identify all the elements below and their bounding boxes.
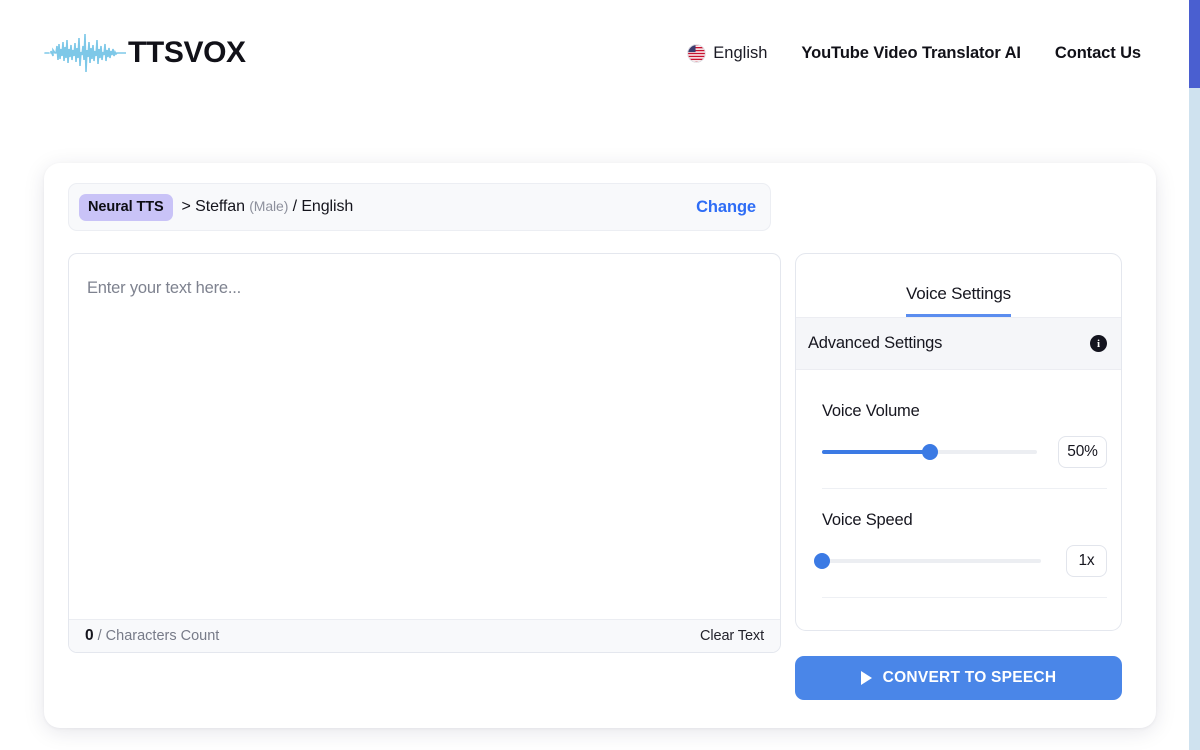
character-count-value: 0 xyxy=(85,627,94,644)
logo-text: TTSVOX xyxy=(128,36,246,69)
nav-link-contact-us[interactable]: Contact Us xyxy=(1055,44,1141,63)
logo[interactable]: TTSVOX xyxy=(44,30,246,76)
editor-footer: 0 / Characters Count Clear Text xyxy=(69,619,780,652)
text-input-placeholder: Enter your text here... xyxy=(87,279,242,297)
selected-voice-label: > Steffan (Male) / English xyxy=(182,198,354,216)
card-body: Enter your text here... 0 / Characters C… xyxy=(68,253,1132,700)
voice-speed-slider[interactable] xyxy=(814,551,1041,571)
voice-selection-bar: Neural TTS > Steffan (Male) / English Ch… xyxy=(68,183,771,231)
voice-speed-label: Voice Speed xyxy=(822,511,913,529)
us-flag-icon xyxy=(687,43,706,63)
advanced-settings-label: Advanced Settings xyxy=(808,334,943,352)
voice-settings-panel: Voice Settings Advanced Settings i Voice… xyxy=(795,253,1122,631)
voice-speed-group: Voice Speed 1x xyxy=(796,489,1121,598)
voice-volume-value[interactable]: 50% xyxy=(1058,436,1107,468)
voice-language: / English xyxy=(292,198,354,215)
voice-name: Steffan xyxy=(195,198,245,215)
nav-link-youtube-translator[interactable]: YouTube Video Translator AI xyxy=(801,44,1021,63)
text-input-area[interactable]: Enter your text here... xyxy=(69,254,780,619)
language-label: English xyxy=(713,43,768,62)
change-voice-link[interactable]: Change xyxy=(696,198,756,217)
page-header: TTSVOX English YouTube Video Translator … xyxy=(0,0,1189,106)
voice-volume-thumb[interactable] xyxy=(921,444,938,460)
clear-text-button[interactable]: Clear Text xyxy=(700,628,764,644)
voice-volume-fill xyxy=(822,450,930,454)
text-editor[interactable]: Enter your text here... 0 / Characters C… xyxy=(68,253,781,653)
voice-speed-thumb[interactable] xyxy=(814,553,830,569)
settings-tab-bar: Voice Settings xyxy=(796,254,1121,318)
voice-volume-track[interactable] xyxy=(822,444,1037,460)
voice-volume-row: 50% xyxy=(822,436,1107,468)
tab-voice-settings[interactable]: Voice Settings xyxy=(906,284,1011,317)
character-count-label: / Characters Count xyxy=(97,628,220,644)
voice-gender: (Male) xyxy=(249,198,289,214)
main-card: Neural TTS > Steffan (Male) / English Ch… xyxy=(44,163,1156,728)
voice-volume-label: Voice Volume xyxy=(822,402,920,420)
convert-button-label: CONVERT TO SPEECH xyxy=(882,669,1057,686)
play-icon xyxy=(860,671,872,685)
voice-volume-slider[interactable] xyxy=(822,442,1037,462)
convert-to-speech-button[interactable]: CONVERT TO SPEECH xyxy=(795,656,1122,700)
voice-separator: > xyxy=(181,198,191,215)
voice-volume-group: Voice Volume 50% xyxy=(796,370,1121,489)
neural-tts-badge: Neural TTS xyxy=(79,193,173,221)
language-selector[interactable]: English xyxy=(687,44,767,63)
advanced-settings-row[interactable]: Advanced Settings i xyxy=(796,318,1121,370)
waveform-icon xyxy=(44,33,126,73)
info-icon[interactable]: i xyxy=(1090,335,1107,352)
speed-divider xyxy=(822,597,1107,598)
voice-speed-track[interactable] xyxy=(814,553,1041,569)
scrollbar-thumb[interactable] xyxy=(1189,0,1200,88)
voice-speed-row: 1x xyxy=(814,545,1107,577)
settings-column: Voice Settings Advanced Settings i Voice… xyxy=(795,253,1122,700)
page-scrollbar[interactable] xyxy=(1189,0,1200,750)
voice-speed-value[interactable]: 1x xyxy=(1066,545,1107,577)
main-nav: English YouTube Video Translator AI Cont… xyxy=(687,44,1145,63)
